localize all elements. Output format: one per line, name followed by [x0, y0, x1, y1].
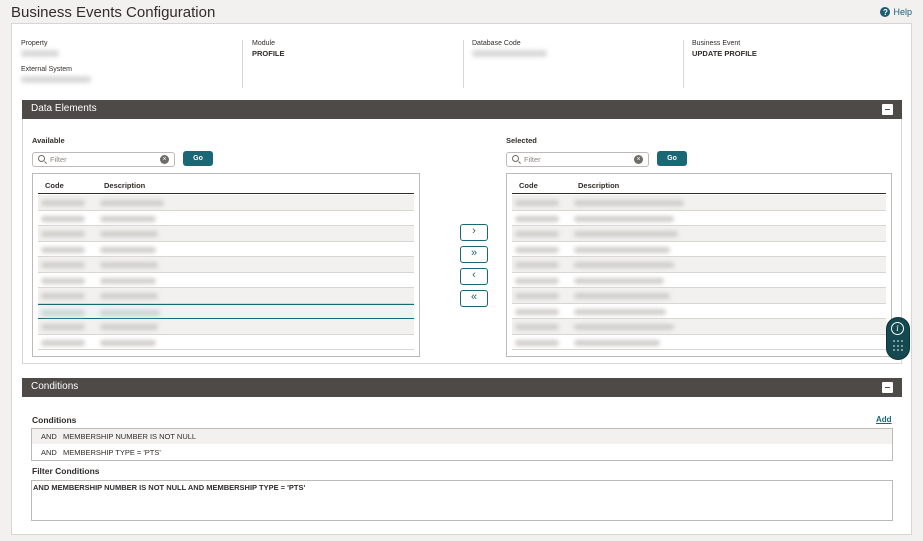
- selected-grid: Code Description: [506, 173, 892, 357]
- property-field: Property External System: [21, 40, 236, 88]
- table-row[interactable]: [38, 257, 414, 273]
- table-row[interactable]: [512, 195, 886, 211]
- data-elements-title: Data Elements: [31, 103, 97, 114]
- available-description-column[interactable]: Description: [104, 181, 145, 190]
- table-row-selected[interactable]: [38, 303, 414, 319]
- table-row[interactable]: [512, 242, 886, 257]
- conditions-label: Conditions: [32, 415, 77, 425]
- move-all-left-button[interactable]: «: [460, 290, 488, 307]
- database-code-label: Database Code: [472, 40, 521, 47]
- table-row[interactable]: [512, 257, 886, 273]
- help-circle-icon: ?: [880, 7, 891, 17]
- table-row[interactable]: [38, 211, 414, 226]
- database-code-field: Database Code: [472, 40, 682, 88]
- selected-go-button[interactable]: Go: [657, 151, 687, 166]
- property-label: Property: [21, 40, 48, 47]
- search-icon: [38, 155, 45, 162]
- clear-icon[interactable]: ×: [160, 155, 169, 164]
- table-row[interactable]: [512, 288, 886, 304]
- table-row[interactable]: [512, 304, 886, 319]
- business-event-value: UPDATE PROFILE: [692, 49, 757, 58]
- condition-text: MEMBERSHIP TYPE = 'PTS': [63, 448, 161, 457]
- info-icon[interactable]: i: [891, 322, 904, 335]
- business-event-label: Business Event: [692, 40, 741, 47]
- module-field: Module PROFILE: [252, 40, 462, 88]
- module-label: Module: [252, 40, 275, 47]
- move-all-right-button[interactable]: »: [460, 246, 488, 263]
- available-label: Available: [32, 136, 65, 145]
- page-title: Business Events Configuration: [11, 4, 216, 21]
- floating-assistant-widget[interactable]: i: [886, 317, 910, 360]
- collapse-conditions-button[interactable]: [882, 382, 893, 393]
- conditions-list: AND MEMBERSHIP NUMBER IS NOT NULL AND MEMB…: [31, 428, 893, 461]
- data-elements-body: Available Filter × Go Code Description ›…: [22, 119, 902, 364]
- property-value-redacted: [21, 50, 59, 57]
- table-row[interactable]: [38, 319, 414, 335]
- selected-grid-header: Code Description: [512, 177, 886, 194]
- filter-conditions-label: Filter Conditions: [32, 466, 100, 476]
- table-row[interactable]: [512, 335, 886, 350]
- filter-conditions-text: AND MEMBERSHIP NUMBER IS NOT NULL AND ME…: [31, 480, 893, 521]
- conditions-header: Conditions: [22, 378, 902, 397]
- available-filter-input[interactable]: Filter ×: [32, 152, 175, 167]
- selected-description-column[interactable]: Description: [578, 181, 619, 190]
- selected-filter-input[interactable]: Filter ×: [506, 152, 649, 167]
- table-row[interactable]: [38, 195, 414, 211]
- info-separator: [463, 40, 464, 88]
- help-label: Help: [893, 7, 912, 17]
- info-separator: [242, 40, 243, 88]
- add-condition-link[interactable]: Add: [876, 415, 892, 424]
- condition-operator: AND: [41, 432, 57, 441]
- table-row[interactable]: [38, 273, 414, 288]
- clear-icon[interactable]: ×: [634, 155, 643, 164]
- conditions-panel-title: Conditions: [31, 381, 79, 392]
- move-right-button[interactable]: ›: [460, 224, 488, 241]
- available-grid: Code Description: [32, 173, 420, 357]
- table-row[interactable]: [38, 226, 414, 242]
- search-icon: [512, 155, 519, 162]
- business-event-field: Business Event UPDATE PROFILE: [692, 40, 902, 88]
- table-row[interactable]: [38, 242, 414, 257]
- selected-code-column[interactable]: Code: [519, 181, 538, 190]
- collapse-data-elements-button[interactable]: [882, 104, 893, 115]
- external-system-value-redacted: [21, 76, 91, 83]
- available-grid-header: Code Description: [38, 177, 414, 194]
- table-row[interactable]: [512, 273, 886, 288]
- available-code-column[interactable]: Code: [45, 181, 64, 190]
- data-elements-header: Data Elements: [22, 100, 902, 119]
- table-row[interactable]: [512, 211, 886, 226]
- move-left-button[interactable]: ‹: [460, 268, 488, 285]
- table-row[interactable]: [512, 226, 886, 242]
- condition-row[interactable]: AND MEMBERSHIP NUMBER IS NOT NULL: [32, 429, 892, 444]
- module-value: PROFILE: [252, 49, 285, 58]
- keypad-icon[interactable]: [893, 340, 903, 352]
- condition-text: MEMBERSHIP NUMBER IS NOT NULL: [63, 432, 197, 441]
- available-filter-placeholder: Filter: [50, 155, 67, 164]
- external-system-label: External System: [21, 66, 72, 73]
- help-link[interactable]: ? Help: [880, 7, 912, 17]
- table-row[interactable]: [512, 319, 886, 335]
- condition-row[interactable]: AND MEMBERSHIP TYPE = 'PTS': [32, 445, 892, 460]
- table-row[interactable]: [38, 335, 414, 350]
- selected-label: Selected: [506, 136, 537, 145]
- main-card: Property External System Module PROFILE …: [11, 23, 912, 535]
- available-go-button[interactable]: Go: [183, 151, 213, 166]
- selected-filter-placeholder: Filter: [524, 155, 541, 164]
- condition-operator: AND: [41, 448, 57, 457]
- info-separator: [683, 40, 684, 88]
- event-info-row: Property External System Module PROFILE …: [12, 37, 911, 102]
- database-code-value-redacted: [472, 50, 547, 57]
- table-row[interactable]: [38, 288, 414, 304]
